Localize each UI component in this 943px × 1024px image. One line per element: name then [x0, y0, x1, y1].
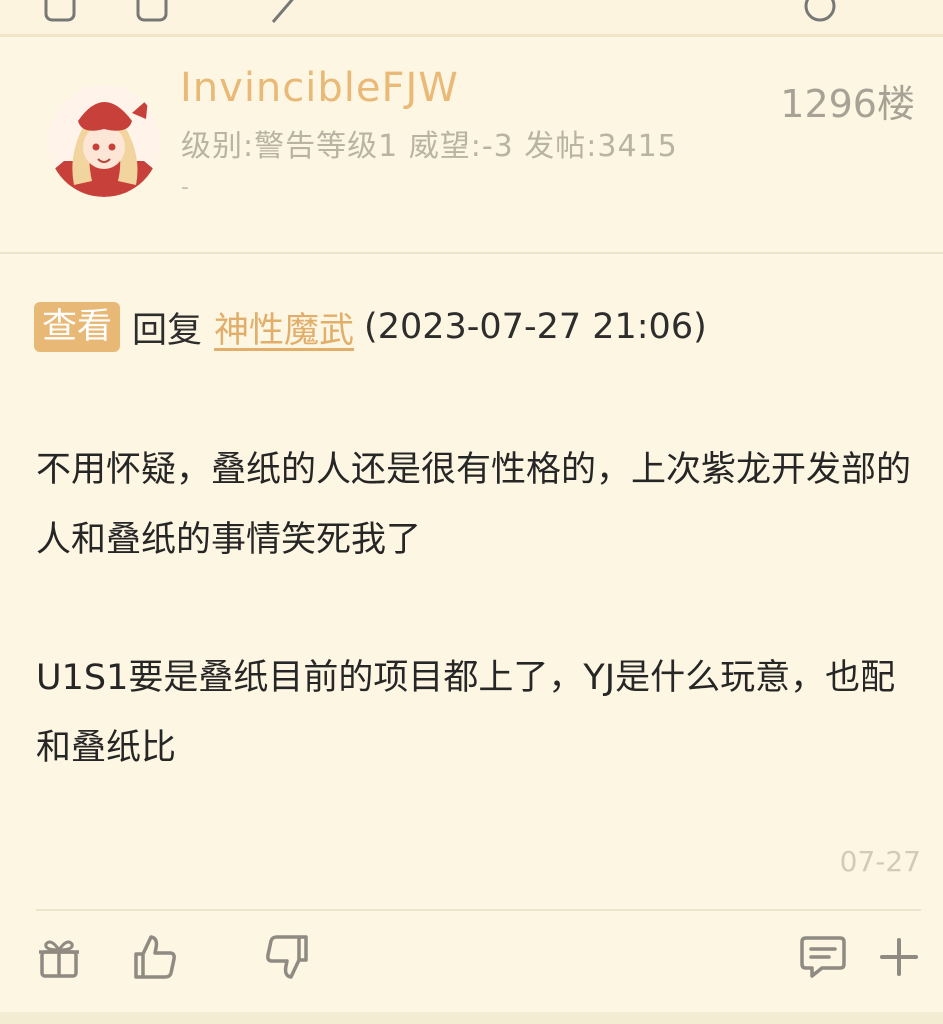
toolbar-icon-4[interactable]: [800, 0, 840, 26]
gift-button[interactable]: [34, 932, 84, 982]
plus-icon: [880, 938, 918, 976]
username[interactable]: InvincibleFJW: [180, 65, 459, 111]
like-button[interactable]: [130, 932, 180, 982]
comment-icon: [800, 936, 846, 978]
reply-time: (2023-07-27 21:06): [364, 307, 707, 347]
post-date: 07-27: [839, 845, 921, 878]
gift-icon: [39, 940, 79, 978]
user-extra: -: [181, 175, 189, 200]
toolbar-icon-2[interactable]: [132, 0, 172, 26]
reply-label: 回复: [132, 310, 203, 351]
dislike-button[interactable]: [262, 932, 312, 982]
content-paragraph-2: U1S1要是叠纸目前的项目都上了，YJ是什么玩意，也配和叠纸比: [36, 658, 896, 768]
comment-button[interactable]: [798, 932, 848, 982]
reply-user-link[interactable]: 神性魔武: [214, 302, 354, 353]
floor-number: 1296楼: [780, 82, 915, 126]
thumbs-down-icon: [266, 935, 308, 979]
next-post-edge: [0, 1012, 943, 1024]
toolbar-icon-1[interactable]: [40, 0, 80, 26]
add-button[interactable]: [874, 932, 924, 982]
toolbar-icon-3[interactable]: [265, 0, 305, 26]
post-card: InvincibleFJW 级别:警告等级1 威望:-3 发帖:3415 - 1…: [0, 37, 943, 1012]
content-paragraph-1: 不用怀疑，叠纸的人还是很有性格的，上次紫龙开发部的人和叠纸的事情笑死我了: [36, 450, 912, 560]
thumbs-up-icon: [134, 935, 176, 979]
view-quote-button[interactable]: 查看: [34, 302, 121, 352]
reply-quote-line: 查看 回复 神性魔武 (2023-07-27 21:06): [34, 299, 707, 355]
user-meta: 级别:警告等级1 威望:-3 发帖:3415: [181, 129, 678, 164]
avatar[interactable]: [48, 85, 160, 197]
footer-divider: [36, 909, 921, 911]
top-toolbar-remnant: [0, 0, 943, 37]
header-divider: [0, 252, 943, 254]
post-content: 不用怀疑，叠纸的人还是很有性格的，上次紫龙开发部的人和叠纸的事情笑死我了 U1S…: [36, 435, 916, 783]
